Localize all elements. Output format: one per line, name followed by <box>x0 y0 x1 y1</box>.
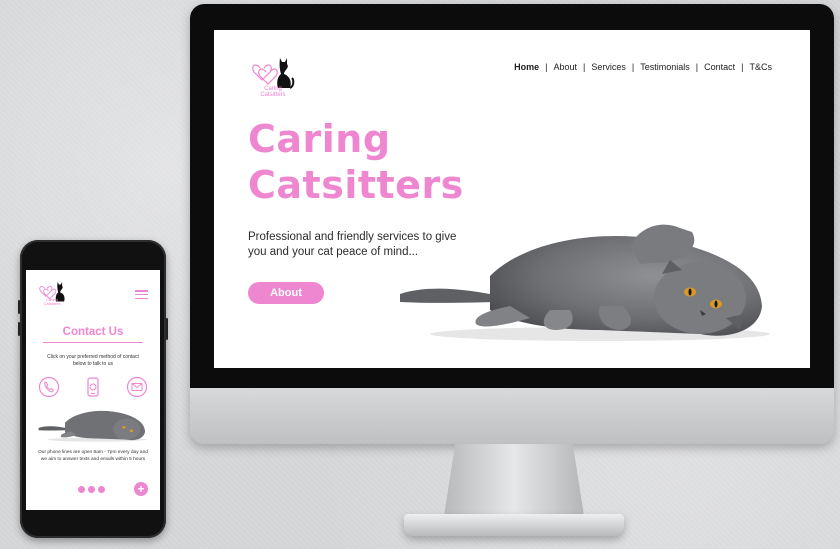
more-options-dots[interactable] <box>78 486 105 493</box>
nav-testimonials[interactable]: Testimonials <box>640 62 690 72</box>
mobile-screen: Caring Catsitters Contact Us Click on yo… <box>26 270 160 510</box>
about-button[interactable]: About <box>248 282 324 304</box>
nav-separator: | <box>583 62 586 72</box>
contact-title: Contact Us <box>62 326 124 338</box>
nav-services[interactable]: Services <box>591 62 626 72</box>
desktop-screen: Caring Catsitters Home | About | Service… <box>214 30 810 368</box>
mobile-message-icon[interactable] <box>82 376 104 398</box>
phone-icon[interactable] <box>38 376 60 398</box>
nav-contact[interactable]: Contact <box>704 62 735 72</box>
phone-volume-button <box>18 322 20 336</box>
mobile-cat-image <box>38 410 148 442</box>
monitor-chin <box>190 388 834 444</box>
hero-title: Caring Catsitters <box>248 116 464 208</box>
nav-about[interactable]: About <box>554 62 578 72</box>
nav-separator: | <box>545 62 548 72</box>
logo-text: Caring Catsitters <box>260 86 286 98</box>
phone-volume-button <box>18 300 20 314</box>
grey-cat-image <box>400 224 770 341</box>
monitor-stand-neck <box>444 444 584 516</box>
dot <box>98 486 105 493</box>
nav-separator: | <box>741 62 744 72</box>
contact-intro-text: Click on your preferred method of contac… <box>47 354 139 367</box>
email-icon[interactable] <box>126 376 148 398</box>
hero-title-line2: Catsitters <box>248 163 464 207</box>
phone-power-button <box>166 318 168 340</box>
mobile-phone: Caring Catsitters Contact Us Click on yo… <box>18 240 168 538</box>
title-underline <box>43 342 143 343</box>
menu-hamburger-icon[interactable] <box>135 290 148 300</box>
monitor-stand-base <box>404 514 624 536</box>
nav-terms[interactable]: T&Cs <box>750 62 773 72</box>
phone-hours-text: Our phone lines are open 8am - 7pm every… <box>38 450 148 462</box>
dot <box>78 486 85 493</box>
nav-separator: | <box>695 62 699 72</box>
main-nav: Home | About | Services | Testimonials |… <box>514 62 772 72</box>
nav-separator: | <box>631 62 635 72</box>
mobile-logo-text: Caring Catsitters <box>43 297 61 306</box>
nav-home[interactable]: Home <box>514 62 539 72</box>
dot <box>88 486 95 493</box>
add-plus-button[interactable]: + <box>134 482 148 496</box>
hero-title-line1: Caring <box>248 117 391 161</box>
desktop-monitor: Caring Catsitters Home | About | Service… <box>190 4 834 444</box>
